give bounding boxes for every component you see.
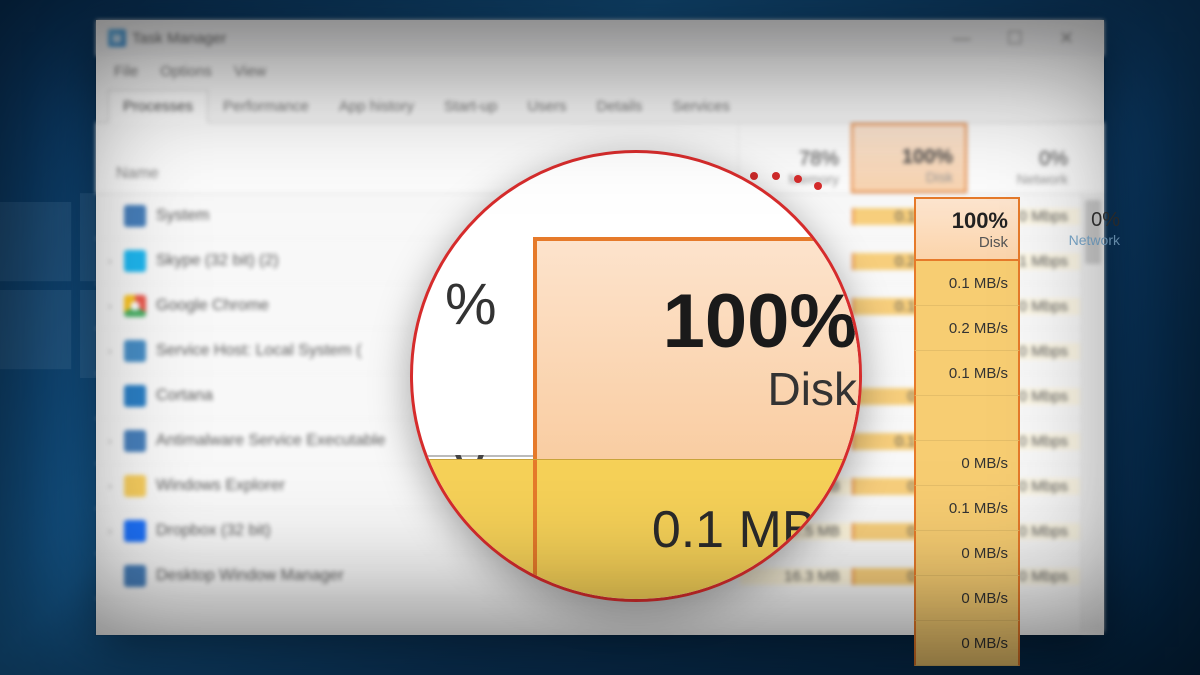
disk-cell-sharp: 0.2 MB/s bbox=[914, 306, 1020, 351]
process-icon bbox=[124, 475, 146, 497]
maximize-button[interactable]: ☐ bbox=[1007, 28, 1023, 49]
magnifier-callout: % 100% Disk y 0.1 MB/s bbox=[410, 150, 862, 602]
process-icon bbox=[124, 205, 146, 227]
close-button[interactable]: ✕ bbox=[1059, 28, 1074, 49]
tab-app-history[interactable]: App history bbox=[324, 90, 429, 123]
expand-chevron-icon[interactable]: › bbox=[96, 524, 124, 538]
header-disk-pct: 100% bbox=[902, 146, 953, 169]
network-header-sharp-label: Network bbox=[1069, 232, 1120, 248]
process-icon bbox=[124, 520, 146, 542]
minimize-button[interactable]: — bbox=[953, 28, 971, 49]
desktop-background: ▦ Task Manager — ☐ ✕ File Options View P… bbox=[0, 0, 1200, 675]
tab-users[interactable]: Users bbox=[512, 90, 581, 123]
vertical-scrollbar[interactable] bbox=[1081, 192, 1104, 632]
tab-strip: Processes Performance App history Start-… bbox=[96, 86, 1104, 123]
menu-options[interactable]: Options bbox=[160, 63, 212, 80]
expand-chevron-icon[interactable]: › bbox=[96, 254, 124, 268]
tab-performance[interactable]: Performance bbox=[208, 90, 324, 123]
disk-cell-sharp: 0.1 MB/s bbox=[914, 261, 1020, 306]
magnifier-disk-cell-value: 0.1 MB/s bbox=[652, 500, 857, 560]
disk-header-sharp[interactable]: 100% Disk bbox=[914, 197, 1020, 261]
expand-chevron-icon[interactable]: › bbox=[96, 344, 124, 358]
magnifier-disk-label: Disk bbox=[768, 362, 857, 416]
magnifier-prev-col-pct-glyph: % bbox=[445, 271, 497, 338]
magnifier-first-row: 0.1 MB/s bbox=[413, 459, 859, 600]
disk-cell-sharp: 0 MB/s bbox=[914, 576, 1020, 621]
header-network-pct: 0% bbox=[1039, 148, 1068, 171]
process-icon bbox=[124, 340, 146, 362]
menu-file[interactable]: File bbox=[114, 63, 138, 80]
expand-chevron-icon[interactable]: › bbox=[96, 299, 124, 313]
expand-chevron-icon[interactable]: › bbox=[96, 479, 124, 493]
disk-header-sharp-pct: 100% bbox=[952, 208, 1008, 234]
process-icon bbox=[124, 295, 146, 317]
expand-chevron-icon[interactable]: › bbox=[96, 434, 124, 448]
task-manager-icon: ▦ bbox=[108, 29, 126, 47]
magnifier-disk-pct: 100% bbox=[663, 284, 857, 360]
process-icon bbox=[124, 385, 146, 407]
process-icon bbox=[124, 430, 146, 452]
header-disk-label: Disk bbox=[926, 169, 953, 185]
tab-details[interactable]: Details bbox=[581, 90, 657, 123]
network-header-sharp-pct: 0% bbox=[1091, 209, 1120, 232]
header-network-label: Network bbox=[1017, 171, 1068, 187]
menu-bar: File Options View bbox=[96, 56, 1104, 86]
network-header-sharp[interactable]: 0% Network bbox=[1020, 198, 1132, 258]
process-icon bbox=[124, 565, 146, 587]
tab-processes[interactable]: Processes bbox=[108, 90, 208, 123]
header-network[interactable]: 0% Network bbox=[967, 123, 1080, 193]
disk-cell-sharp: 0 MB/s bbox=[914, 441, 1020, 486]
disk-header-sharp-label: Disk bbox=[979, 234, 1008, 251]
tab-services[interactable]: Services bbox=[657, 90, 745, 123]
disk-cell-sharp: 0.1 MB/s bbox=[914, 486, 1020, 531]
process-icon bbox=[124, 250, 146, 272]
disk-cell-sharp: 0.1 MB/s bbox=[914, 351, 1020, 396]
disk-cell-sharp: 0 MB/s bbox=[914, 621, 1020, 666]
disk-cell-sharp: 0 MB/s bbox=[914, 531, 1020, 576]
window-title: Task Manager bbox=[132, 30, 953, 47]
magnifier-disk-cell: 0.1 MB/s bbox=[533, 460, 862, 600]
disk-column-highlight: 100% Disk 0.1 MB/s0.2 MB/s0.1 MB/s0 MB/s… bbox=[914, 197, 1020, 666]
tab-startup[interactable]: Start-up bbox=[429, 90, 512, 123]
disk-cell-sharp bbox=[914, 396, 1020, 441]
title-bar[interactable]: ▦ Task Manager — ☐ ✕ bbox=[96, 20, 1104, 56]
magnifier-disk-header: 100% Disk bbox=[533, 237, 862, 459]
menu-view[interactable]: View bbox=[234, 63, 266, 80]
header-disk[interactable]: 100% Disk bbox=[851, 123, 967, 193]
